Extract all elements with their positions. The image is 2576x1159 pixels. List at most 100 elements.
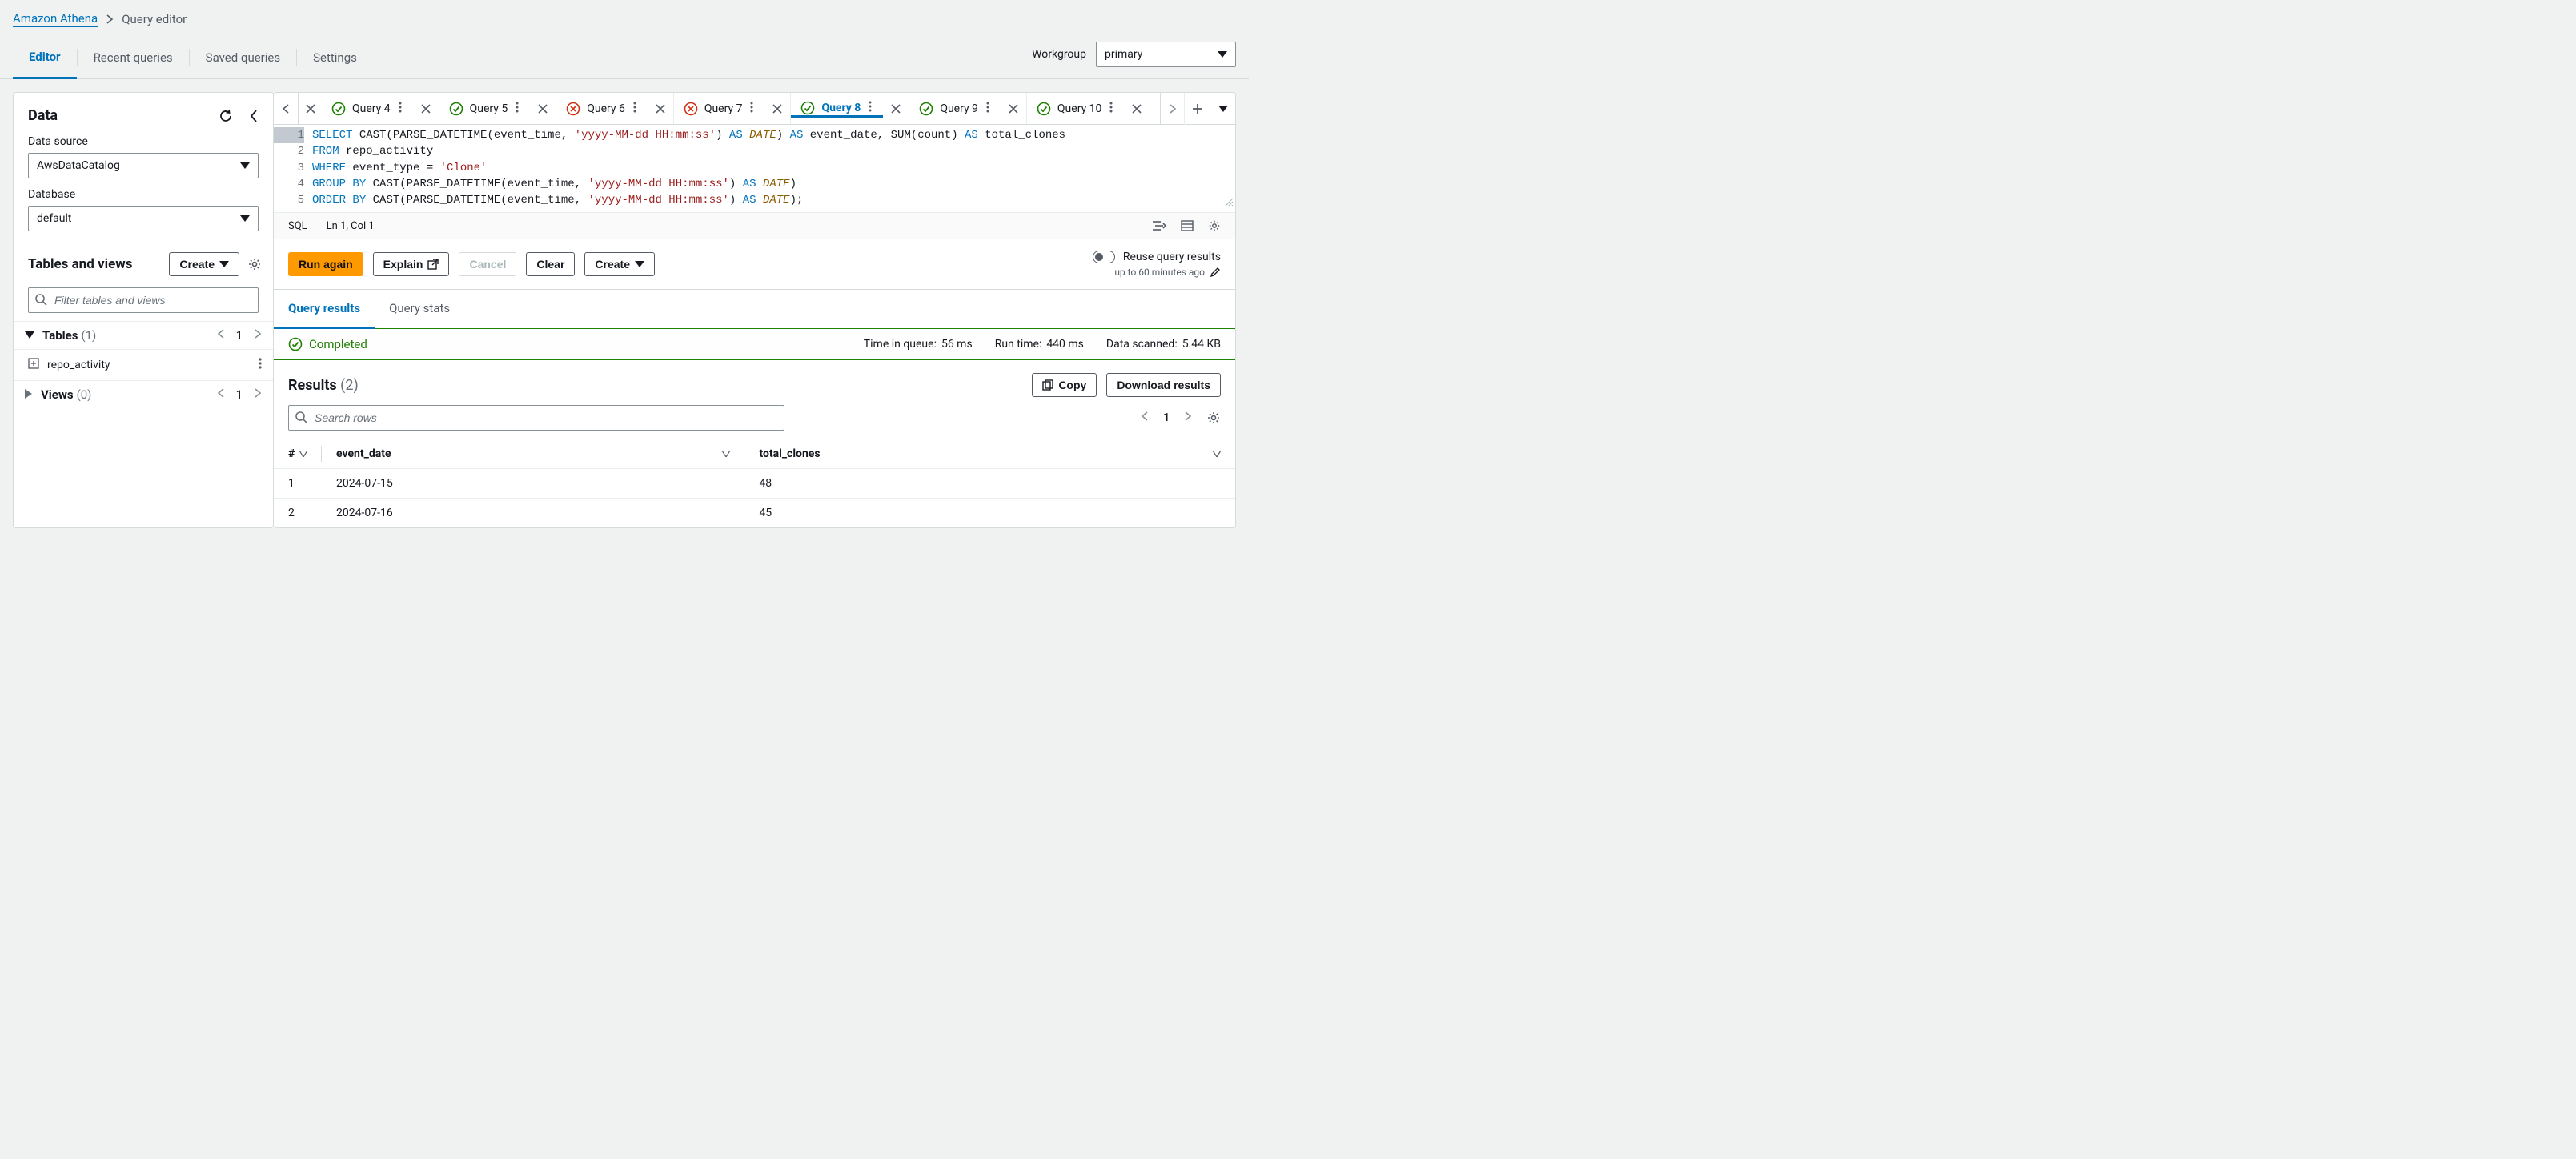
tables-next-page[interactable] [254,328,262,343]
table-row[interactable]: 22024-07-1645 [274,499,1235,528]
chevron-right-icon [106,14,114,25]
caret-down-icon [25,328,34,343]
copy-icon [1042,379,1053,391]
query-tab[interactable]: Query 10 [1027,102,1124,116]
close-icon [538,104,548,114]
query-tabs-scroll-left[interactable] [274,93,298,124]
tab-editor[interactable]: Editor [13,37,77,79]
tv-settings-button[interactable] [247,257,262,271]
query-tabs-menu[interactable] [1210,93,1235,125]
query-tab-close[interactable] [1001,104,1026,114]
query-tab-close[interactable] [648,104,673,114]
query-tab[interactable]: Query 4 [322,102,413,116]
data-source-label: Data source [28,135,259,148]
query-tab-menu[interactable] [514,102,520,116]
reuse-results-hint: up to 60 minutes ago [1114,267,1205,278]
chevron-left-icon [249,109,259,123]
query-tab[interactable]: Query 7 [674,102,765,116]
query-tab[interactable]: Query 5 [439,102,531,116]
tables-section[interactable]: Tables (1) 1 [14,321,273,350]
cancel-button: Cancel [459,252,516,276]
tables-filter-input[interactable] [28,287,259,313]
content: Query 4 Query 5 Query 6 Query 7 Query 8 Query… [274,92,1236,528]
data-source-select[interactable]: AwsDataCatalog [28,153,259,178]
run-button[interactable]: Run again [288,252,363,276]
sql-editor[interactable]: 12345 SELECT CAST(PARSE_DATETIME(event_t… [274,125,1235,212]
table-row[interactable]: repo_activity [14,350,273,381]
query-tab-close[interactable] [413,104,439,114]
results-search-input[interactable] [288,405,784,431]
query-tab-menu[interactable] [985,102,991,116]
clear-button[interactable]: Clear [526,252,575,276]
results-settings-icon[interactable] [1206,411,1221,425]
editor-resize-handle[interactable] [1224,196,1234,212]
query-tab-label: Query 4 [352,102,391,115]
copy-button[interactable]: Copy [1032,373,1097,397]
query-tab-close[interactable] [530,104,556,114]
close-icon [891,104,901,114]
main-tabs: Editor Recent queries Saved queries Sett… [13,37,373,78]
editor-settings-icon[interactable] [1208,219,1221,232]
explain-button[interactable]: Explain [373,252,450,276]
tables-prev-page[interactable] [217,328,225,343]
query-tab-menu[interactable] [748,102,755,116]
tab-query-results[interactable]: Query results [274,290,375,329]
pencil-icon[interactable] [1210,267,1221,278]
sort-icon[interactable] [1213,447,1221,460]
tab-settings[interactable]: Settings [297,38,373,78]
results-next-page[interactable] [1184,411,1192,425]
reuse-results-toggle[interactable] [1093,251,1115,263]
gutter: 12345 [274,125,312,211]
refresh-button[interactable] [219,109,233,123]
external-link-icon [427,259,439,270]
cell-rownum: 1 [274,469,322,499]
database-select[interactable]: default [28,206,259,231]
query-tab-close[interactable] [883,104,909,114]
create-table-button[interactable]: Create [169,252,239,276]
gear-icon [247,257,262,271]
collapse-sidebar-button[interactable] [249,109,259,123]
caret-down-icon [240,162,250,169]
sidebar-title: Data [28,107,58,124]
check-circle-icon [288,337,303,351]
caret-down-icon [1218,51,1227,58]
tab-recent[interactable]: Recent queries [78,38,189,78]
query-tabs-scroll-right[interactable] [1160,93,1184,124]
format-icon[interactable] [1152,219,1166,232]
query-tab-menu[interactable] [1108,102,1114,116]
views-prev-page[interactable] [217,387,225,402]
cell-event-date: 2024-07-15 [322,469,744,499]
expand-table-icon[interactable] [28,358,39,372]
download-results-button[interactable]: Download results [1106,373,1221,397]
breadcrumb-service-link[interactable]: Amazon Athena [13,11,98,27]
sort-icon[interactable] [722,447,730,460]
close-icon [656,104,665,114]
query-tab-menu[interactable] [632,102,638,116]
col-rownum[interactable]: # [274,439,322,469]
code-area[interactable]: SELECT CAST(PARSE_DATETIME(event_time, '… [312,125,1235,211]
query-tab-close-current[interactable] [298,93,322,124]
layout-icon[interactable] [1181,219,1194,232]
col-event-date[interactable]: event_date [322,439,744,469]
query-tab[interactable]: Query 8 [791,101,883,118]
check-circle-icon [1037,102,1051,116]
views-section[interactable]: Views (0) 1 [14,381,273,408]
table-actions-menu[interactable] [259,358,262,372]
query-tab[interactable]: Query 9 [909,102,1001,116]
sort-icon[interactable] [299,447,307,460]
results-table: # event_date total_clones 12024-07-15482… [274,439,1235,527]
query-tab[interactable]: Query 6 [556,102,648,116]
tab-saved[interactable]: Saved queries [190,38,296,78]
query-tab-menu[interactable] [397,102,403,116]
create-dropdown[interactable]: Create [584,252,655,276]
views-next-page[interactable] [254,387,262,402]
table-row[interactable]: 12024-07-1548 [274,469,1235,499]
query-tab-close[interactable] [764,104,790,114]
results-prev-page[interactable] [1141,411,1149,425]
query-tab-menu[interactable] [867,101,873,115]
tab-query-stats[interactable]: Query stats [375,290,464,328]
query-tab-close[interactable] [1124,104,1150,114]
new-query-tab[interactable] [1184,93,1210,125]
workgroup-select[interactable]: primary [1096,42,1236,67]
col-total-clones[interactable]: total_clones [744,439,1235,469]
